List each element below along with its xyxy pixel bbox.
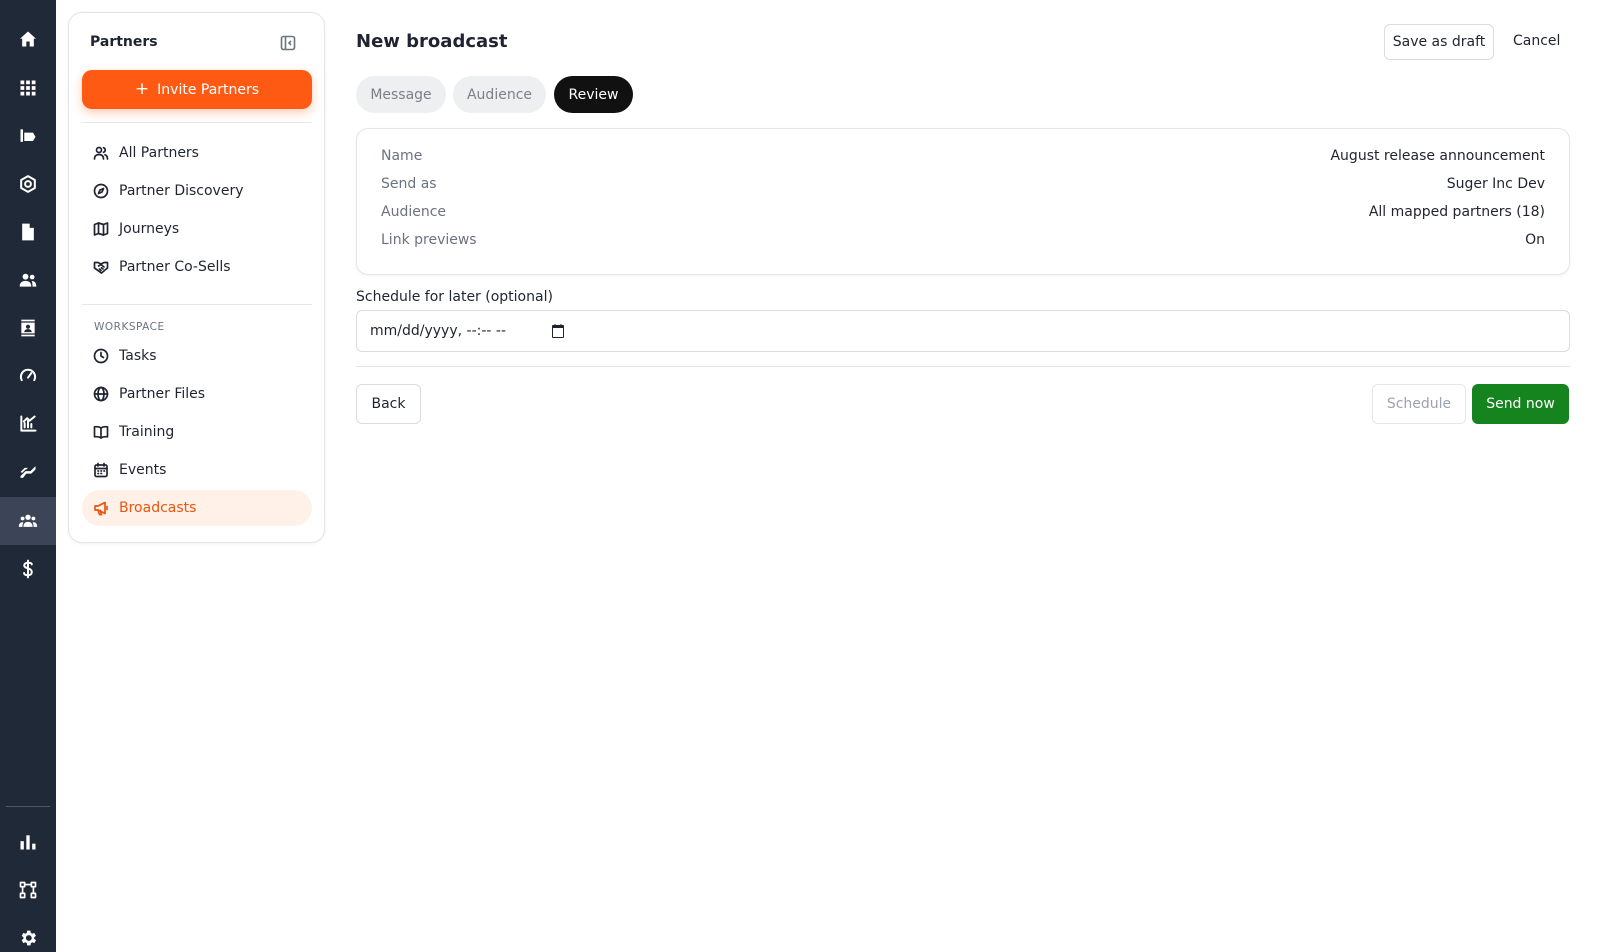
handshake-icon[interactable] [14,458,42,486]
sidebar-item-label: Tasks [119,348,157,364]
page-title: New broadcast [356,31,508,52]
compass-icon [93,183,109,199]
plus-icon: + [134,79,150,99]
sidebar-item-all-partners[interactable]: All Partners [82,135,312,171]
gauge-icon[interactable] [14,362,42,390]
megaphone-icon [94,501,108,516]
datetime-placeholder: mm/dd/yyyy, --:-- -- [370,323,507,339]
review-label: Link previews [381,232,477,248]
sidebar-item-partner-files[interactable]: Partner Files [82,376,312,412]
home-icon[interactable] [14,25,42,53]
review-value: All mapped partners (18) [1368,204,1545,220]
sidebar-item-label: Partner Files [119,386,206,402]
invite-partners-label: Invite Partners [157,81,260,98]
sidebar-item-partner-co-sells[interactable]: Partner Co-Sells [82,249,312,285]
back-button[interactable]: Back [356,384,421,424]
bar-chart-icon[interactable] [14,828,42,856]
review-label: Audience [381,204,447,220]
cancel-button[interactable]: Cancel [1513,33,1560,49]
sidebar-item-tasks[interactable]: Tasks [82,338,312,374]
content-divider [356,366,1570,367]
tab-audience[interactable]: Audience [453,76,546,113]
sidebar-item-label: Journeys [119,221,180,237]
sidebar-item-label: All Partners [119,145,199,161]
collapse-sidebar-icon[interactable] [280,35,296,51]
book-icon [93,425,109,439]
tab-review[interactable]: Review [554,76,633,113]
review-summary-card: Name August release announcement Send as… [356,128,1570,275]
clock-icon [93,348,109,364]
review-row-link-previews: Link previews On [381,229,1545,251]
sidebar-item-label: Training [119,424,175,440]
schedule-button[interactable]: Schedule [1372,384,1466,424]
sidebar-item-partner-discovery[interactable]: Partner Discovery [82,173,312,209]
document-icon[interactable] [14,218,42,246]
calendar-icon [94,462,108,478]
save-as-draft-button[interactable]: Save as draft [1384,24,1494,60]
globe-icon [93,386,109,402]
review-label: Name [381,148,423,164]
sidebar-item-broadcasts[interactable]: Broadcasts [82,490,312,526]
sidebar-divider [82,122,312,123]
settings-icon[interactable] [14,924,42,952]
map-icon [93,222,109,236]
analytics-icon[interactable] [14,410,42,438]
sidebar-item-events[interactable]: Events [82,452,312,488]
handshake-icon [93,261,109,274]
schedule-label: Schedule for later (optional) [356,289,553,305]
review-value: On [1525,232,1545,248]
review-value: August release announcement [1330,148,1545,164]
sidebar-divider [82,304,312,305]
review-row-name: Name August release announcement [381,145,1545,167]
review-value: Suger Inc Dev [1446,176,1545,192]
sidebar-title: Partners [90,34,158,50]
dollar-icon[interactable] [14,555,42,583]
sidebar-item-training[interactable]: Training [82,414,312,450]
users-icon[interactable] [14,266,42,294]
sidebar-item-journeys[interactable]: Journeys [82,211,312,247]
users-icon [93,146,109,160]
sidebar-item-label: Events [119,462,167,478]
send-now-button[interactable]: Send now [1472,384,1569,424]
contact-card-icon[interactable] [14,314,42,342]
apps-grid-icon[interactable] [14,74,42,102]
calendar-picker-icon[interactable] [550,323,566,339]
schedule-datetime-input[interactable]: mm/dd/yyyy, --:-- -- [356,310,1570,352]
partners-icon[interactable] [14,507,42,535]
invite-partners-button[interactable]: + Invite Partners [82,70,312,109]
review-row-audience: Audience All mapped partners (18) [381,201,1545,223]
rail-divider [6,806,50,807]
partners-sidebar: Partners + Invite Partners All Partners … [68,12,325,543]
marketplace-icon[interactable] [14,122,42,150]
review-label: Send as [381,176,437,192]
review-row-send-as: Send as Suger Inc Dev [381,173,1545,195]
app-rail [0,0,56,952]
sidebar-item-label: Broadcasts [119,500,197,516]
tab-message[interactable]: Message [356,76,446,113]
workflow-icon[interactable] [14,876,42,904]
sidebar-item-label: Partner Discovery [119,183,244,199]
workspace-section-label: WORKSPACE [94,321,165,333]
sidebar-item-label: Partner Co-Sells [119,259,231,275]
settings-gear-icon[interactable] [14,170,42,198]
